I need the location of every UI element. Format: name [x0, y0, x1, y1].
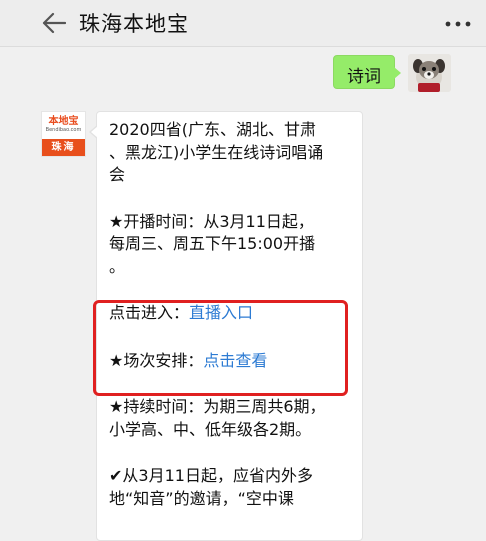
enter-live-line: 点击进入：直播入口: [109, 302, 349, 325]
bot-message-bubble: 2020四省(广东、湖北、甘肃 、黑龙江)小学生在线诗词唱诵 会 ★开播时间：从…: [89, 111, 363, 541]
live-entry-link[interactable]: 直播入口: [189, 303, 253, 322]
bot-logo: 本地宝 Bendibao.com: [42, 116, 85, 138]
bot-logo-city: 珠海: [42, 139, 85, 156]
chat-title: 珠海本地宝: [79, 12, 189, 36]
enter-live-prefix: 点击进入：: [109, 303, 190, 322]
dog-avatar-icon: [408, 54, 451, 92]
extra-info: ✔从3月11日起，应省内外多 地“知音”的邀请，“空中课: [109, 466, 313, 508]
bot-logo-main: 本地宝: [48, 116, 79, 127]
event-title: 2020四省(广东、湖北、甘肃 、黑龙江)小学生在线诗词唱诵 会: [109, 120, 324, 184]
more-dots-icon[interactable]: [443, 14, 473, 34]
schedule-prefix: ★场次安排：: [109, 350, 204, 370]
bot-logo-sub: Bendibao.com: [45, 127, 82, 133]
user-avatar[interactable]: [408, 54, 451, 92]
user-message-text: 诗词: [347, 67, 381, 87]
schedule-line: ★场次安排：点击查看: [109, 350, 349, 373]
chat-header: 珠海本地宝: [0, 0, 486, 47]
duration-info: ★持续时间：为期三周共6期， 小学高、中、低年级各2期。: [109, 397, 326, 439]
broadcast-time: ★开播时间：从3月11日起， 每周三、周五下午15:00开播 。: [109, 211, 316, 276]
bot-avatar[interactable]: 本地宝 Bendibao.com 珠海: [41, 111, 86, 157]
user-message-bubble[interactable]: 诗词: [333, 55, 401, 89]
schedule-view-link[interactable]: 点击查看: [203, 351, 267, 370]
arrow-left-icon[interactable]: [42, 12, 66, 34]
